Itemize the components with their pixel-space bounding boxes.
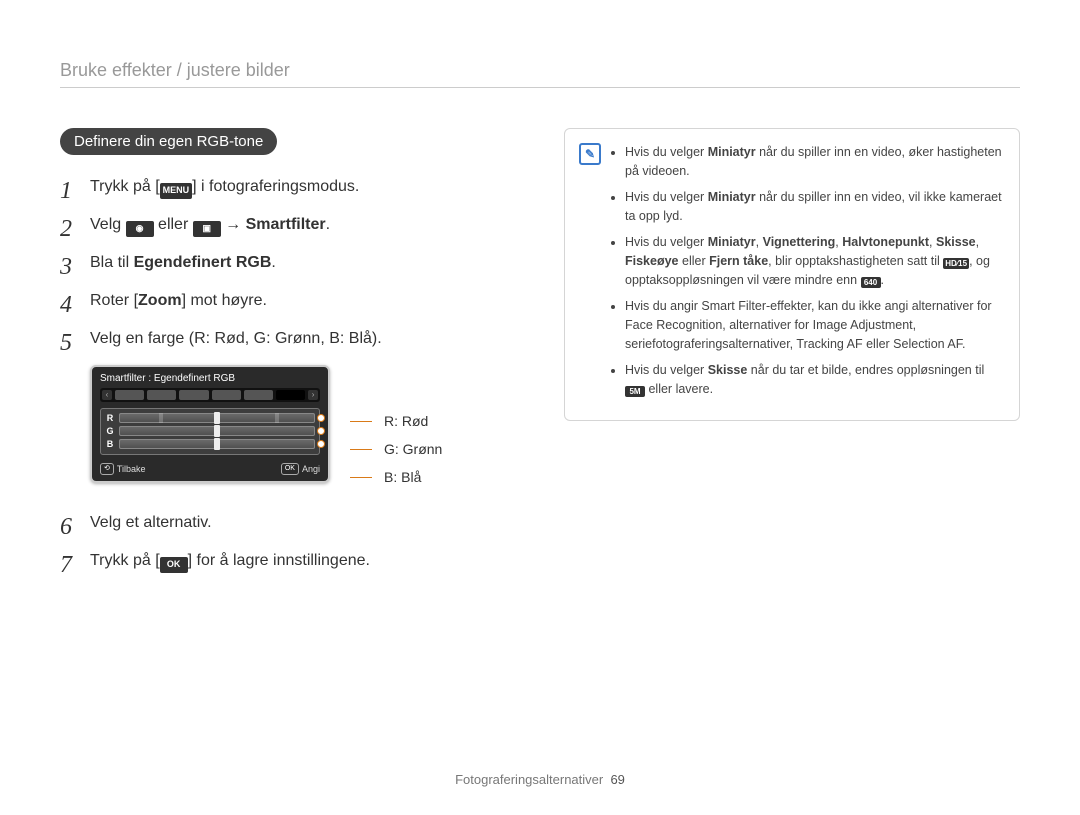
- lcd-back-button: ⟲Tilbake: [100, 463, 146, 475]
- step-text: ] mot høyre.: [182, 292, 267, 309]
- video-icon: ▣: [193, 221, 221, 237]
- page-footer: Fotograferingsalternativer 69: [0, 772, 1080, 787]
- step-7: 7 Trykk på [OK] for å lagre innstillinge…: [60, 549, 508, 573]
- tab-arrow-right-icon: ›: [308, 390, 318, 400]
- slider-row-b: B: [105, 439, 315, 449]
- slider-g: [119, 426, 315, 436]
- filter-tab-active: [276, 390, 305, 400]
- info-icon: ✎: [579, 143, 601, 165]
- step-bold: Zoom: [138, 292, 182, 309]
- step-text: Trykk på [: [90, 178, 160, 195]
- filter-tab: [147, 390, 176, 400]
- footer-page-number: 69: [610, 772, 624, 787]
- note-item: Hvis du velger Skisse når du tar et bild…: [625, 361, 1003, 400]
- step-text: eller: [154, 216, 193, 233]
- callout-line-icon: [350, 421, 372, 422]
- res640-icon: 640: [861, 277, 881, 288]
- caption-b: B: Blå: [384, 469, 421, 485]
- step-2: 2 Velg ◉ eller ▣ → Smartfilter.: [60, 213, 508, 237]
- step-1: 1 Trykk på [MENU] i fotograferingsmodus.: [60, 175, 508, 199]
- step-number: 1: [60, 173, 72, 209]
- steps-list-continued: 6 Velg et alternativ. 7 Trykk på [OK] fo…: [60, 511, 508, 573]
- callout-line-icon: [350, 477, 372, 478]
- res5m-icon: 5M: [625, 386, 645, 397]
- callout-r: [317, 414, 325, 422]
- step-text: Trykk på [: [90, 552, 160, 569]
- step-text: Velg en farge (R: Rød, G: Grønn, B: Blå)…: [90, 330, 382, 347]
- lcd-back-label: Tilbake: [117, 464, 146, 474]
- step-text: ] for å lagre innstillingene.: [188, 552, 370, 569]
- step-bold: Egendefinert RGB: [134, 254, 272, 271]
- caption-g: G: Grønn: [384, 441, 442, 457]
- step-number: 7: [60, 547, 72, 583]
- step-5: 5 Velg en farge (R: Rød, G: Grønn, B: Bl…: [60, 327, 508, 351]
- slider-row-r: R: [105, 413, 315, 423]
- slider-label: B: [105, 439, 115, 449]
- callout-g: [317, 427, 325, 435]
- step-text: .: [271, 254, 275, 271]
- ok-icon: OK: [160, 557, 188, 573]
- breadcrumb: Bruke effekter / justere bilder: [60, 60, 1020, 88]
- footer-section: Fotograferingsalternativer: [455, 772, 603, 787]
- step-text: Roter [: [90, 292, 138, 309]
- rgb-sliders: R G: [100, 408, 320, 455]
- callout-line-icon: [350, 449, 372, 450]
- hd15-icon: HD⁄15: [943, 258, 969, 269]
- slider-b: [119, 439, 315, 449]
- steps-list: 1 Trykk på [MENU] i fotograferingsmodus.…: [60, 175, 508, 351]
- filter-tab: [244, 390, 273, 400]
- section-pill: Definere din egen RGB-tone: [60, 128, 277, 155]
- lcd-footer: ⟲Tilbake OKAngi: [100, 463, 320, 475]
- step-bold: Smartfilter: [246, 216, 326, 233]
- camera-icon: ◉: [126, 221, 154, 237]
- step-number: 6: [60, 509, 72, 545]
- left-column: Definere din egen RGB-tone 1 Trykk på [M…: [60, 128, 508, 587]
- lcd-title: Smartfilter : Egendefinert RGB: [100, 373, 320, 384]
- slider-label: R: [105, 413, 115, 423]
- filter-tab: [212, 390, 241, 400]
- step-text: Bla til: [90, 254, 134, 271]
- step-number: 4: [60, 287, 72, 323]
- note-list: Hvis du velger Miniatyr når du spiller i…: [611, 143, 1003, 400]
- step-number: 3: [60, 249, 72, 285]
- right-column: ✎ Hvis du velger Miniatyr når du spiller…: [564, 128, 1020, 587]
- note-item: Hvis du angir Smart Filter-effekter, kan…: [625, 297, 1003, 355]
- step-number: 2: [60, 211, 72, 247]
- slider-label: G: [105, 426, 115, 436]
- step-6: 6 Velg et alternativ.: [60, 511, 508, 535]
- step-text: .: [326, 216, 330, 233]
- note-item: Hvis du velger Miniatyr når du spiller i…: [625, 143, 1003, 182]
- step-4: 4 Roter [Zoom] mot høyre.: [60, 289, 508, 313]
- filter-tab: [179, 390, 208, 400]
- note-item: Hvis du velger Miniatyr når du spiller i…: [625, 188, 1003, 227]
- slider-row-g: G: [105, 426, 315, 436]
- step-number: 5: [60, 325, 72, 361]
- step-3: 3 Bla til Egendefinert RGB.: [60, 251, 508, 275]
- lcd-preview: Smartfilter : Egendefinert RGB ‹ › R: [90, 365, 330, 483]
- arrow-icon: →: [221, 216, 246, 233]
- tab-arrow-left-icon: ‹: [102, 390, 112, 400]
- slider-r: [119, 413, 315, 423]
- menu-icon: MENU: [160, 183, 193, 199]
- step-text: Velg et alternativ.: [90, 514, 212, 531]
- ok-chip-icon: OK: [281, 463, 299, 475]
- callout-b: [317, 440, 325, 448]
- info-note: ✎ Hvis du velger Miniatyr når du spiller…: [564, 128, 1020, 421]
- note-item: Hvis du velger Miniatyr, Vignettering, H…: [625, 233, 1003, 291]
- step-text: ] i fotograferingsmodus.: [192, 178, 359, 195]
- lcd-set-button: OKAngi: [281, 463, 320, 475]
- step-text: Velg: [90, 216, 126, 233]
- filter-tab: [115, 390, 144, 400]
- lcd-tabbar: ‹ ›: [100, 388, 320, 402]
- caption-r: R: Rød: [384, 413, 428, 429]
- lcd-set-label: Angi: [302, 464, 320, 474]
- back-chip-icon: ⟲: [100, 463, 114, 475]
- rgb-caption: R: Rød G: Grønn B: Blå: [350, 365, 442, 485]
